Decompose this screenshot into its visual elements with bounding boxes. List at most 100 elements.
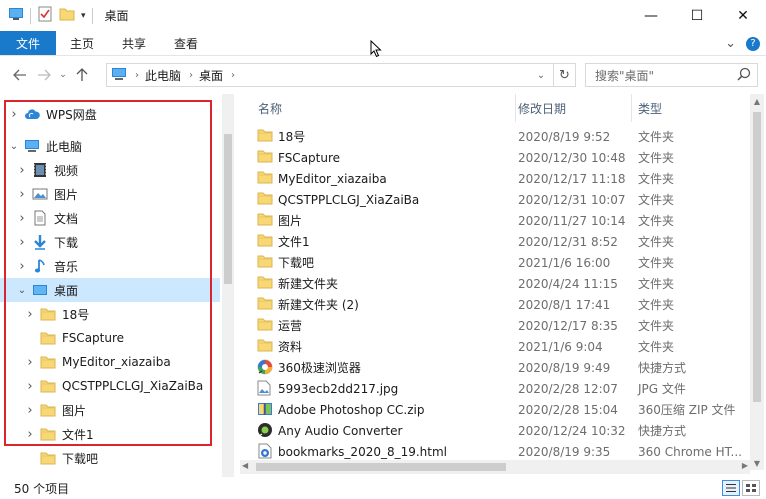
chevron-right-icon[interactable]: › [24, 427, 36, 442]
nav-item-item-3[interactable]: › 图片 [0, 182, 220, 206]
nav-item-item-12[interactable]: › 图片 [0, 398, 220, 422]
chevron-right-icon[interactable]: › [16, 235, 28, 250]
nav-item-myeditor-xiazaiba[interactable]: › MyEditor_xiazaiba [0, 350, 220, 374]
column-header-date[interactable]: 修改日期 [510, 94, 632, 122]
scroll-up-icon[interactable]: ▲ [750, 94, 764, 108]
nav-item-18[interactable]: › 18号 [0, 302, 220, 326]
breadcrumb-this-pc[interactable]: 此电脑 [145, 67, 181, 84]
chevron-right-icon[interactable]: › [24, 307, 36, 322]
scroll-down-icon[interactable]: ▼ [750, 456, 764, 470]
breadcrumb-separator-icon[interactable]: › [189, 70, 193, 81]
folder-icon [257, 233, 273, 249]
details-view-button[interactable] [722, 480, 740, 496]
nav-scrollbar-thumb[interactable] [224, 134, 232, 284]
file-row[interactable]: 18号 2020/8/19 9:52 文件夹 [240, 126, 750, 147]
nav-item-qcstpplclgj-xiazaiba[interactable]: › QCSTPPLCLGJ_XiaZaiBa [0, 374, 220, 398]
file-type: 文件夹 [638, 319, 675, 333]
column-header-type[interactable]: 类型 [630, 94, 750, 122]
file-name: 5993ecb2dd217.jpg [278, 381, 399, 396]
column-header-name[interactable]: 名称 [250, 94, 516, 122]
folder-icon [257, 128, 273, 144]
chevron-right-icon[interactable]: › [8, 107, 20, 122]
file-row[interactable]: bookmarks_2020_8_19.html 2020/8/19 9:35 36… [240, 441, 750, 462]
nav-item-item-5[interactable]: › 下载 [0, 230, 220, 254]
quick-access-toolbar: ▾ [0, 0, 99, 31]
new-folder-icon[interactable] [59, 7, 75, 24]
search-input[interactable]: 搜索"桌面" [585, 63, 758, 87]
file-row[interactable]: FSCapture 2020/12/30 10:48 文件夹 [240, 147, 750, 168]
nav-item-item-7[interactable]: ⌄ 桌面 [0, 278, 220, 302]
file-row[interactable]: 文件1 2020/12/31 8:52 文件夹 [240, 231, 750, 252]
horizontal-scrollbar[interactable]: ◀ ▶ [240, 460, 750, 474]
file-row[interactable]: Adobe Photoshop CC.zip 2020/2/28 15:04 360… [240, 399, 750, 420]
recent-locations-button[interactable]: ⌄ [56, 63, 70, 87]
address-history-dropdown[interactable]: ⌄ [531, 64, 551, 86]
expand-ribbon-icon[interactable]: ⌄ [725, 36, 736, 51]
large-icons-view-icon [746, 484, 756, 492]
tab-share[interactable]: 共享 [108, 31, 160, 55]
breadcrumb-desktop[interactable]: 桌面 [199, 67, 223, 84]
tab-file[interactable]: 文件 [0, 31, 57, 55]
file-row[interactable]: 资料 2021/1/6 9:04 文件夹 [240, 336, 750, 357]
chevron-down-icon[interactable]: ⌄ [16, 285, 28, 296]
nav-item-1[interactable]: › 文件1 [0, 422, 220, 446]
chevron-right-icon[interactable]: › [24, 355, 36, 370]
chevron-right-icon[interactable]: › [16, 259, 28, 274]
properties-icon[interactable] [37, 6, 53, 25]
minimize-button[interactable]: — [628, 0, 674, 31]
file-date: 2021/1/6 16:00 [518, 255, 611, 270]
file-row[interactable]: 运营 2020/12/17 8:35 文件夹 [240, 315, 750, 336]
nav-item-item-2[interactable]: › 视频 [0, 158, 220, 182]
folder-icon [257, 149, 273, 165]
file-row[interactable]: 新建文件夹 2020/4/24 11:15 文件夹 [240, 273, 750, 294]
file-row[interactable]: 下载吧 2021/1/6 16:00 文件夹 [240, 252, 750, 273]
file-row[interactable]: 图片 2020/11/27 10:14 文件夹 [240, 210, 750, 231]
chevron-right-icon[interactable]: › [24, 379, 36, 394]
close-button[interactable]: ✕ [720, 0, 766, 31]
nav-item-fscapture[interactable]: FSCapture [0, 326, 220, 350]
back-button[interactable] [8, 63, 32, 87]
breadcrumb-separator-icon[interactable]: › [135, 70, 139, 81]
file-list-scrollbar-thumb[interactable] [753, 112, 761, 402]
up-arrow-icon [76, 68, 88, 81]
file-type: 文件夹 [638, 151, 675, 165]
nav-item-item-14[interactable]: 下载吧 [0, 446, 220, 470]
chevron-right-icon[interactable]: › [16, 187, 28, 202]
up-button[interactable] [70, 63, 94, 87]
chevron-down-icon[interactable]: ⌄ [8, 141, 20, 152]
nav-scrollbar[interactable] [222, 94, 234, 477]
folder-icon [257, 170, 273, 186]
file-name: MyEditor_xiazaiba [278, 171, 387, 186]
file-type: 文件夹 [638, 298, 675, 312]
file-type: 文件夹 [638, 256, 675, 270]
chevron-right-icon[interactable]: › [24, 403, 36, 418]
scroll-right-icon[interactable]: ▶ [742, 461, 748, 470]
address-bar[interactable]: › 此电脑 › 桌面 › ⌄ ↻ [106, 63, 576, 87]
chevron-right-icon[interactable]: › [16, 163, 28, 178]
horizontal-scrollbar-thumb[interactable] [256, 463, 506, 471]
scroll-left-icon[interactable]: ◀ [242, 461, 248, 470]
qat-dropdown-icon[interactable]: ▾ [81, 11, 86, 21]
maximize-button[interactable]: ☐ [674, 0, 720, 31]
nav-item-item-4[interactable]: › 文档 [0, 206, 220, 230]
file-row[interactable]: MyEditor_xiazaiba 2020/12/17 11:18 文件夹 [240, 168, 750, 189]
forward-button[interactable] [32, 63, 56, 87]
tab-home[interactable]: 主页 [56, 31, 108, 55]
help-icon[interactable]: ? [746, 36, 760, 51]
file-row[interactable]: QCSTPPLCLGJ_XiaZaiBa 2020/12/31 10:07 文件夹 [240, 189, 750, 210]
nav-item-item-1[interactable]: ⌄ 此电脑 [0, 134, 220, 158]
chevron-right-icon[interactable]: › [16, 211, 28, 226]
nav-item-wps[interactable]: › WPS网盘 [0, 102, 220, 126]
large-icons-view-button[interactable] [742, 480, 760, 496]
tab-view[interactable]: 查看 [160, 31, 212, 55]
file-row[interactable]: 360极速浏览器 2020/8/19 9:49 快捷方式 [240, 357, 750, 378]
file-list-scrollbar[interactable]: ▲ ▼ [750, 94, 764, 470]
nav-item-label: 下载吧 [62, 451, 99, 466]
file-row[interactable]: 5993ecb2dd217.jpg 2020/2/28 12:07 JPG 文件 [240, 378, 750, 399]
nav-item-item-6[interactable]: › 音乐 [0, 254, 220, 278]
file-type: 文件夹 [638, 193, 675, 207]
file-row[interactable]: Any Audio Converter 2020/12/24 10:32 快捷方式 [240, 420, 750, 441]
refresh-button[interactable]: ↻ [553, 64, 575, 86]
file-row[interactable]: 新建文件夹 (2) 2020/8/1 17:41 文件夹 [240, 294, 750, 315]
breadcrumb-separator-icon[interactable]: › [231, 70, 235, 81]
